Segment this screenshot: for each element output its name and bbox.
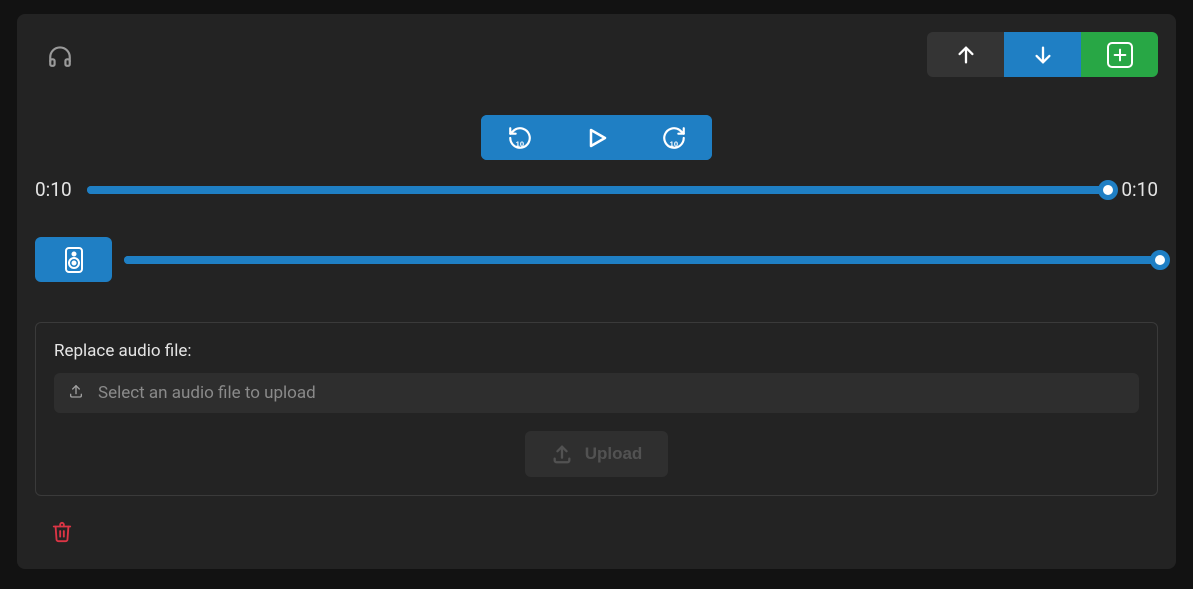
replace-audio-section: Replace audio file: Select an audio file… [35, 322, 1158, 496]
arrow-up-icon [955, 44, 977, 66]
volume-fill [124, 256, 1158, 264]
seek-track[interactable] [87, 186, 1106, 194]
upload-icon [551, 443, 573, 465]
arrow-down-icon [1032, 44, 1054, 66]
add-button[interactable] [1081, 32, 1158, 77]
seek-row: 0:10 0:10 [35, 178, 1158, 201]
upload-icon [68, 383, 84, 403]
replace-audio-label: Replace audio file: [54, 341, 1139, 361]
play-icon [585, 126, 609, 150]
top-row [35, 32, 1158, 77]
speaker-icon [62, 246, 86, 274]
audio-player-panel: 10 10 0:10 0:10 [17, 14, 1176, 569]
play-button[interactable] [558, 115, 635, 160]
delete-row [35, 516, 1158, 551]
plus-square-icon [1107, 42, 1133, 68]
file-select-placeholder: Select an audio file to upload [98, 383, 316, 403]
move-up-button[interactable] [927, 32, 1004, 77]
speaker-button[interactable] [35, 237, 112, 282]
playback-button-group: 10 10 [481, 115, 712, 160]
seek-thumb[interactable] [1098, 180, 1118, 200]
upload-button-label: Upload [585, 444, 643, 464]
svg-text:10: 10 [515, 139, 523, 148]
delete-button[interactable] [47, 516, 77, 551]
headphones-icon [35, 42, 73, 68]
rewind-10-button[interactable]: 10 [481, 115, 558, 160]
volume-row [35, 237, 1158, 282]
volume-track[interactable] [124, 256, 1158, 264]
forward-10-icon: 10 [661, 125, 687, 151]
svg-text:10: 10 [669, 139, 677, 148]
current-time-label: 0:10 [35, 178, 75, 201]
file-select-input[interactable]: Select an audio file to upload [54, 373, 1139, 413]
upload-button[interactable]: Upload [525, 431, 669, 477]
rewind-10-icon: 10 [507, 125, 533, 151]
move-down-button[interactable] [1004, 32, 1081, 77]
volume-thumb[interactable] [1150, 250, 1170, 270]
playback-controls: 10 10 [35, 115, 1158, 160]
seek-fill [87, 186, 1106, 194]
trash-icon [51, 520, 73, 544]
upload-button-row: Upload [54, 431, 1139, 477]
forward-10-button[interactable]: 10 [635, 115, 712, 160]
duration-label: 0:10 [1118, 178, 1158, 201]
action-button-group [927, 32, 1158, 77]
